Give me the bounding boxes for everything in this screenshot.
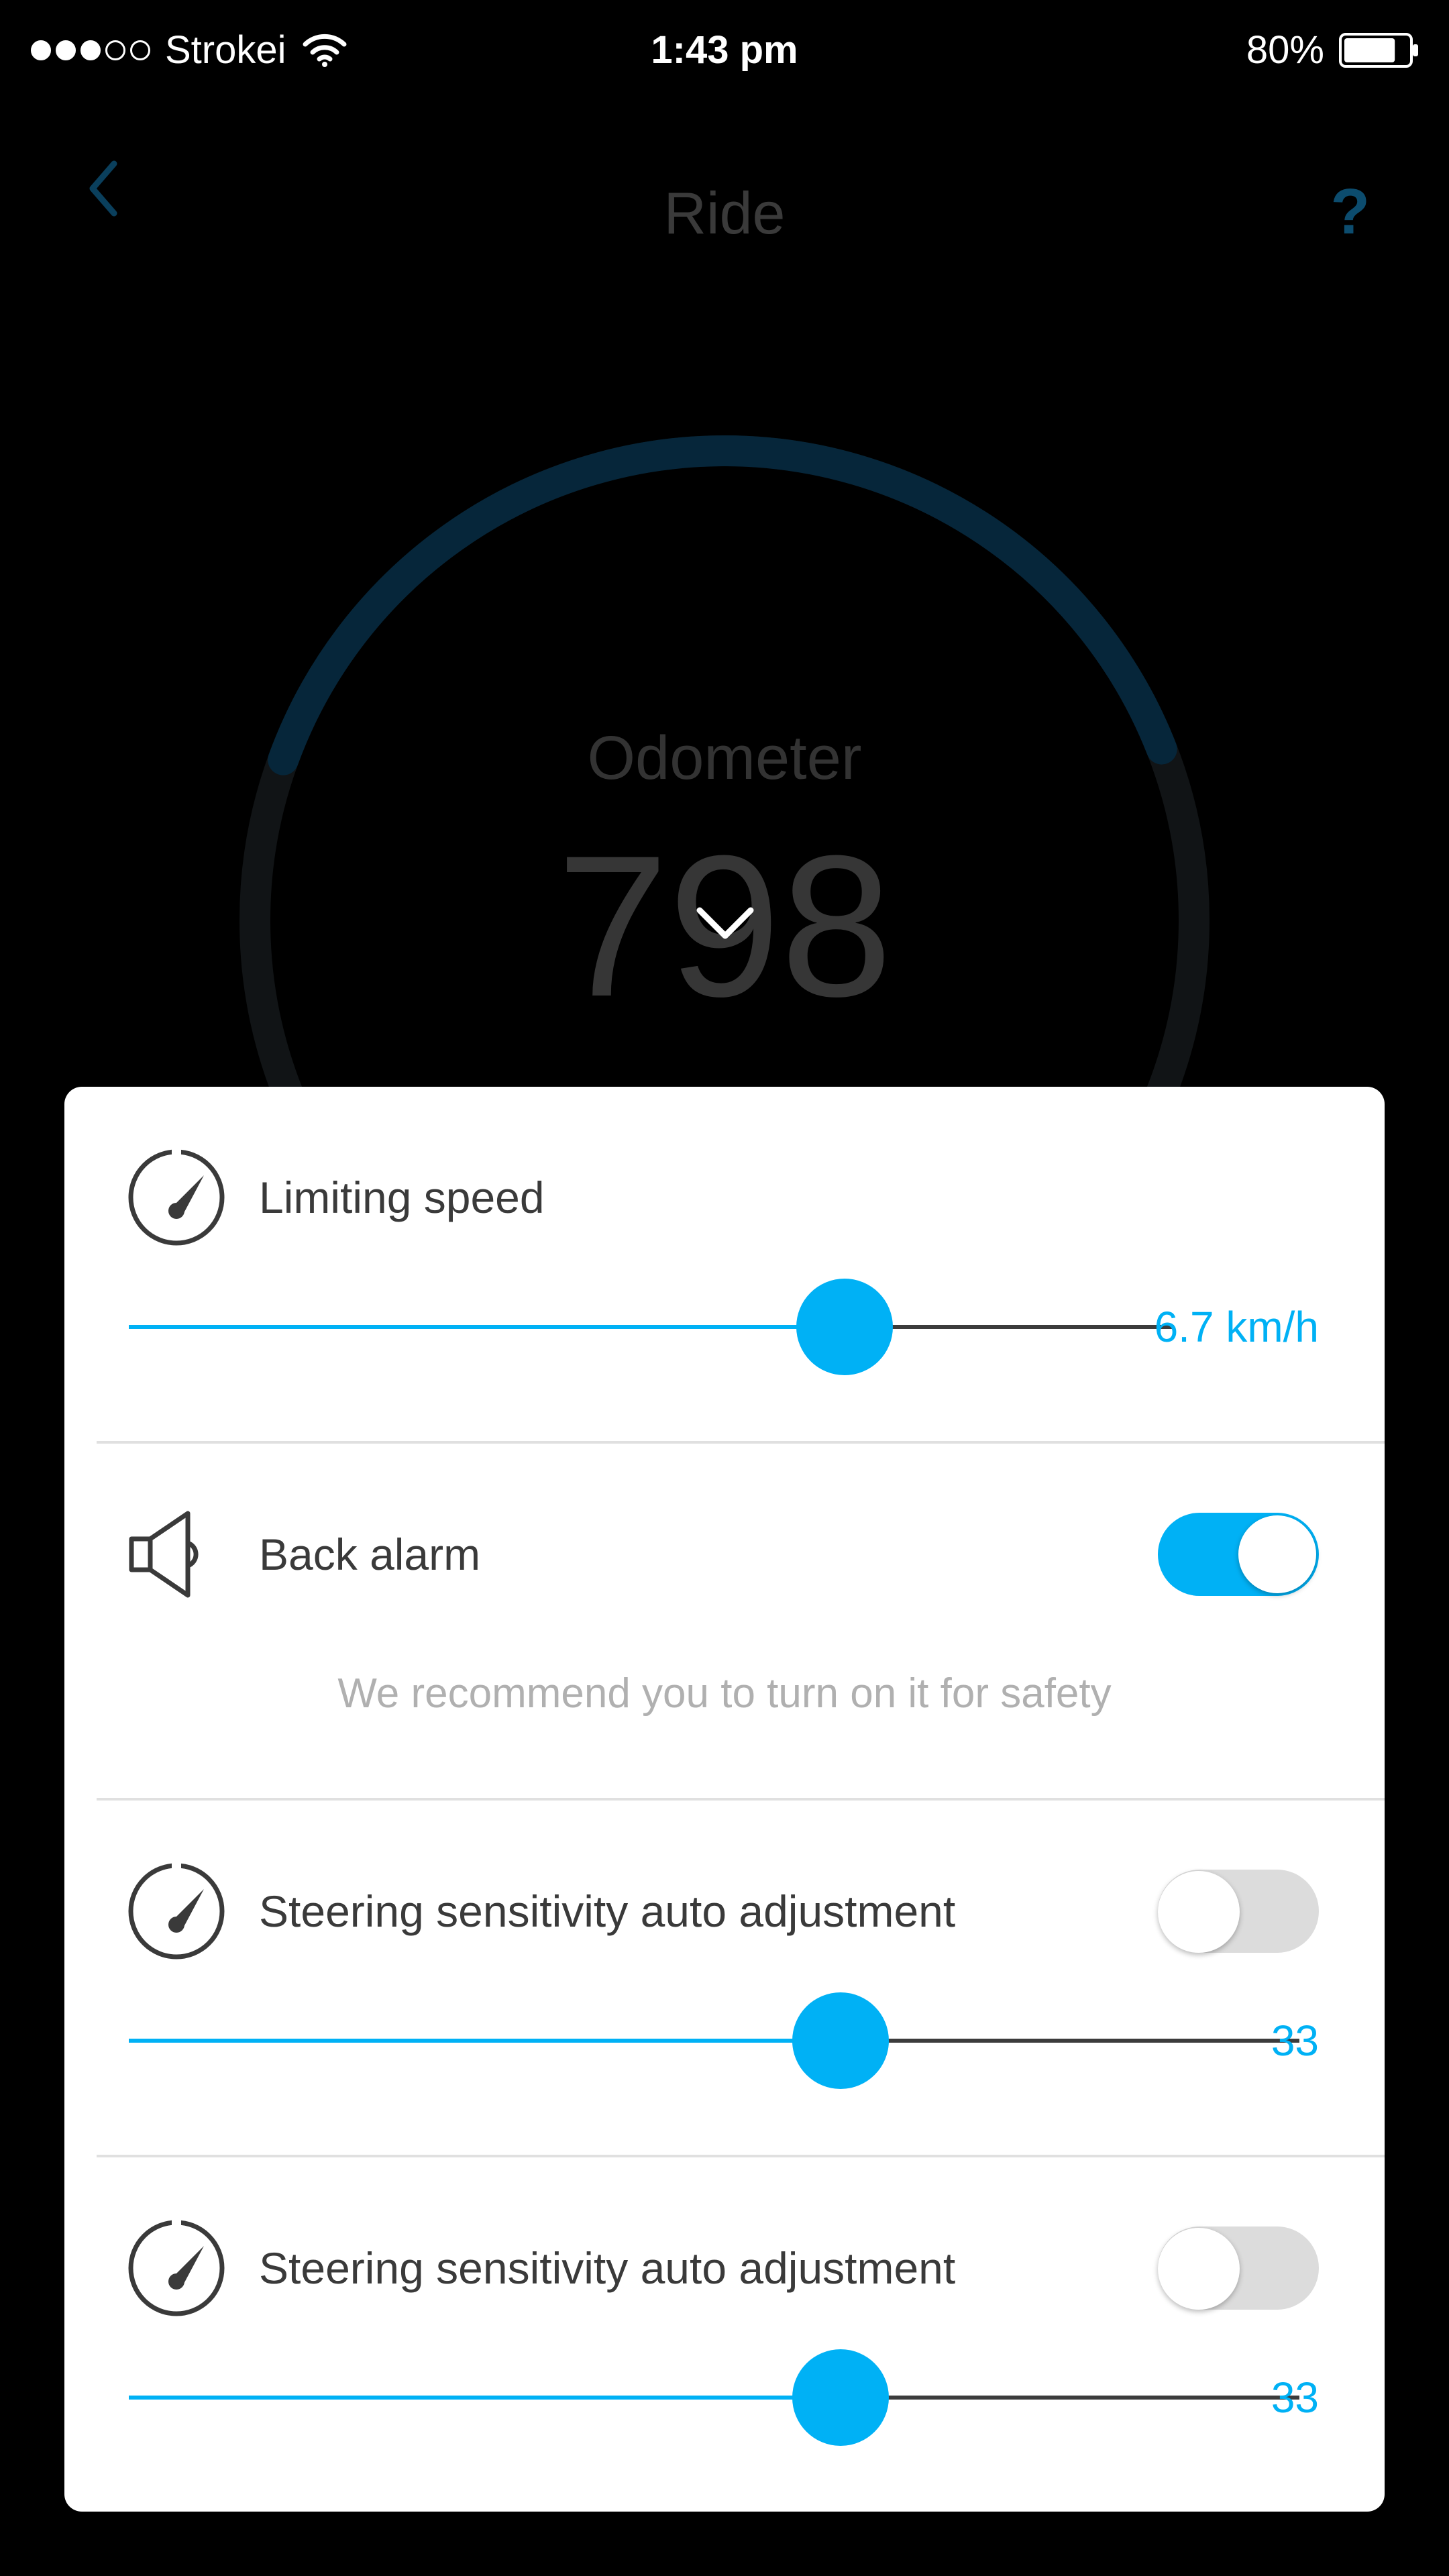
slider-thumb[interactable] [792,1992,889,2089]
steering-sensitivity-toggle[interactable] [1158,2226,1319,2310]
toggle-knob [1238,1515,1316,1593]
speedometer-icon [128,2219,225,2316]
slider-thumb[interactable] [796,1279,894,1375]
speedometer-icon [128,1148,225,1246]
speaker-icon [129,1511,199,1598]
steering-sensitivity-value: 33 [1271,2017,1319,2065]
toggle-knob [1158,2228,1240,2310]
settings-card: Limiting speed 6.7 km/h Back alarm We re… [64,1087,1385,2512]
steering-sensitivity-slider[interactable] [129,2347,1299,2448]
status-time: 1:43 pm [651,28,798,72]
status-right: 80% [1246,28,1419,72]
back-alarm-section: Back alarm We recommend you to turn on i… [64,1444,1385,1801]
steering-sensitivity-section: Steering sensitivity auto adjustment 33 [64,1801,1385,2157]
slider-track-fill [129,2396,841,2400]
slider-thumb[interactable] [792,2349,889,2446]
gauge-progress-arc [268,435,1177,775]
limiting-speed-value: 6.7 km/h [1154,1303,1319,1351]
limiting-speed-slider[interactable] [129,1277,1174,1377]
steering-sensitivity-label: Steering sensitivity auto adjustment [259,1886,956,1936]
battery-percent: 80% [1246,28,1324,72]
back-alarm-hint: We recommend you to turn on it for safet… [337,1670,1112,1717]
back-alarm-toggle[interactable] [1158,1513,1319,1596]
back-alarm-label: Back alarm [259,1529,481,1579]
steering-sensitivity-slider[interactable] [129,1990,1299,2091]
steering-sensitivity-label: Steering sensitivity auto adjustment [259,2243,956,2293]
limiting-speed-label: Limiting speed [259,1173,545,1222]
steering-sensitivity-section: Steering sensitivity auto adjustment 33 [64,2157,1385,2512]
nav-bar: Ride ? [0,101,1449,282]
status-bar: Strokei 1:43 pm 80% [0,0,1449,101]
speedometer-icon [128,1862,225,1960]
limiting-speed-section: Limiting speed 6.7 km/h [64,1087,1385,1444]
steering-sensitivity-toggle[interactable] [1158,1870,1319,1953]
chevron-down-icon[interactable] [693,902,757,944]
help-icon[interactable]: ? [1330,178,1370,246]
odometer-label: Odometer [587,724,862,792]
slider-track-fill [129,2039,841,2043]
toggle-knob [1158,1871,1240,1953]
slider-track-fill [129,1325,845,1329]
steering-sensitivity-value: 33 [1271,2373,1319,2422]
page-title: Ride [663,180,786,246]
battery-icon [1339,33,1418,68]
